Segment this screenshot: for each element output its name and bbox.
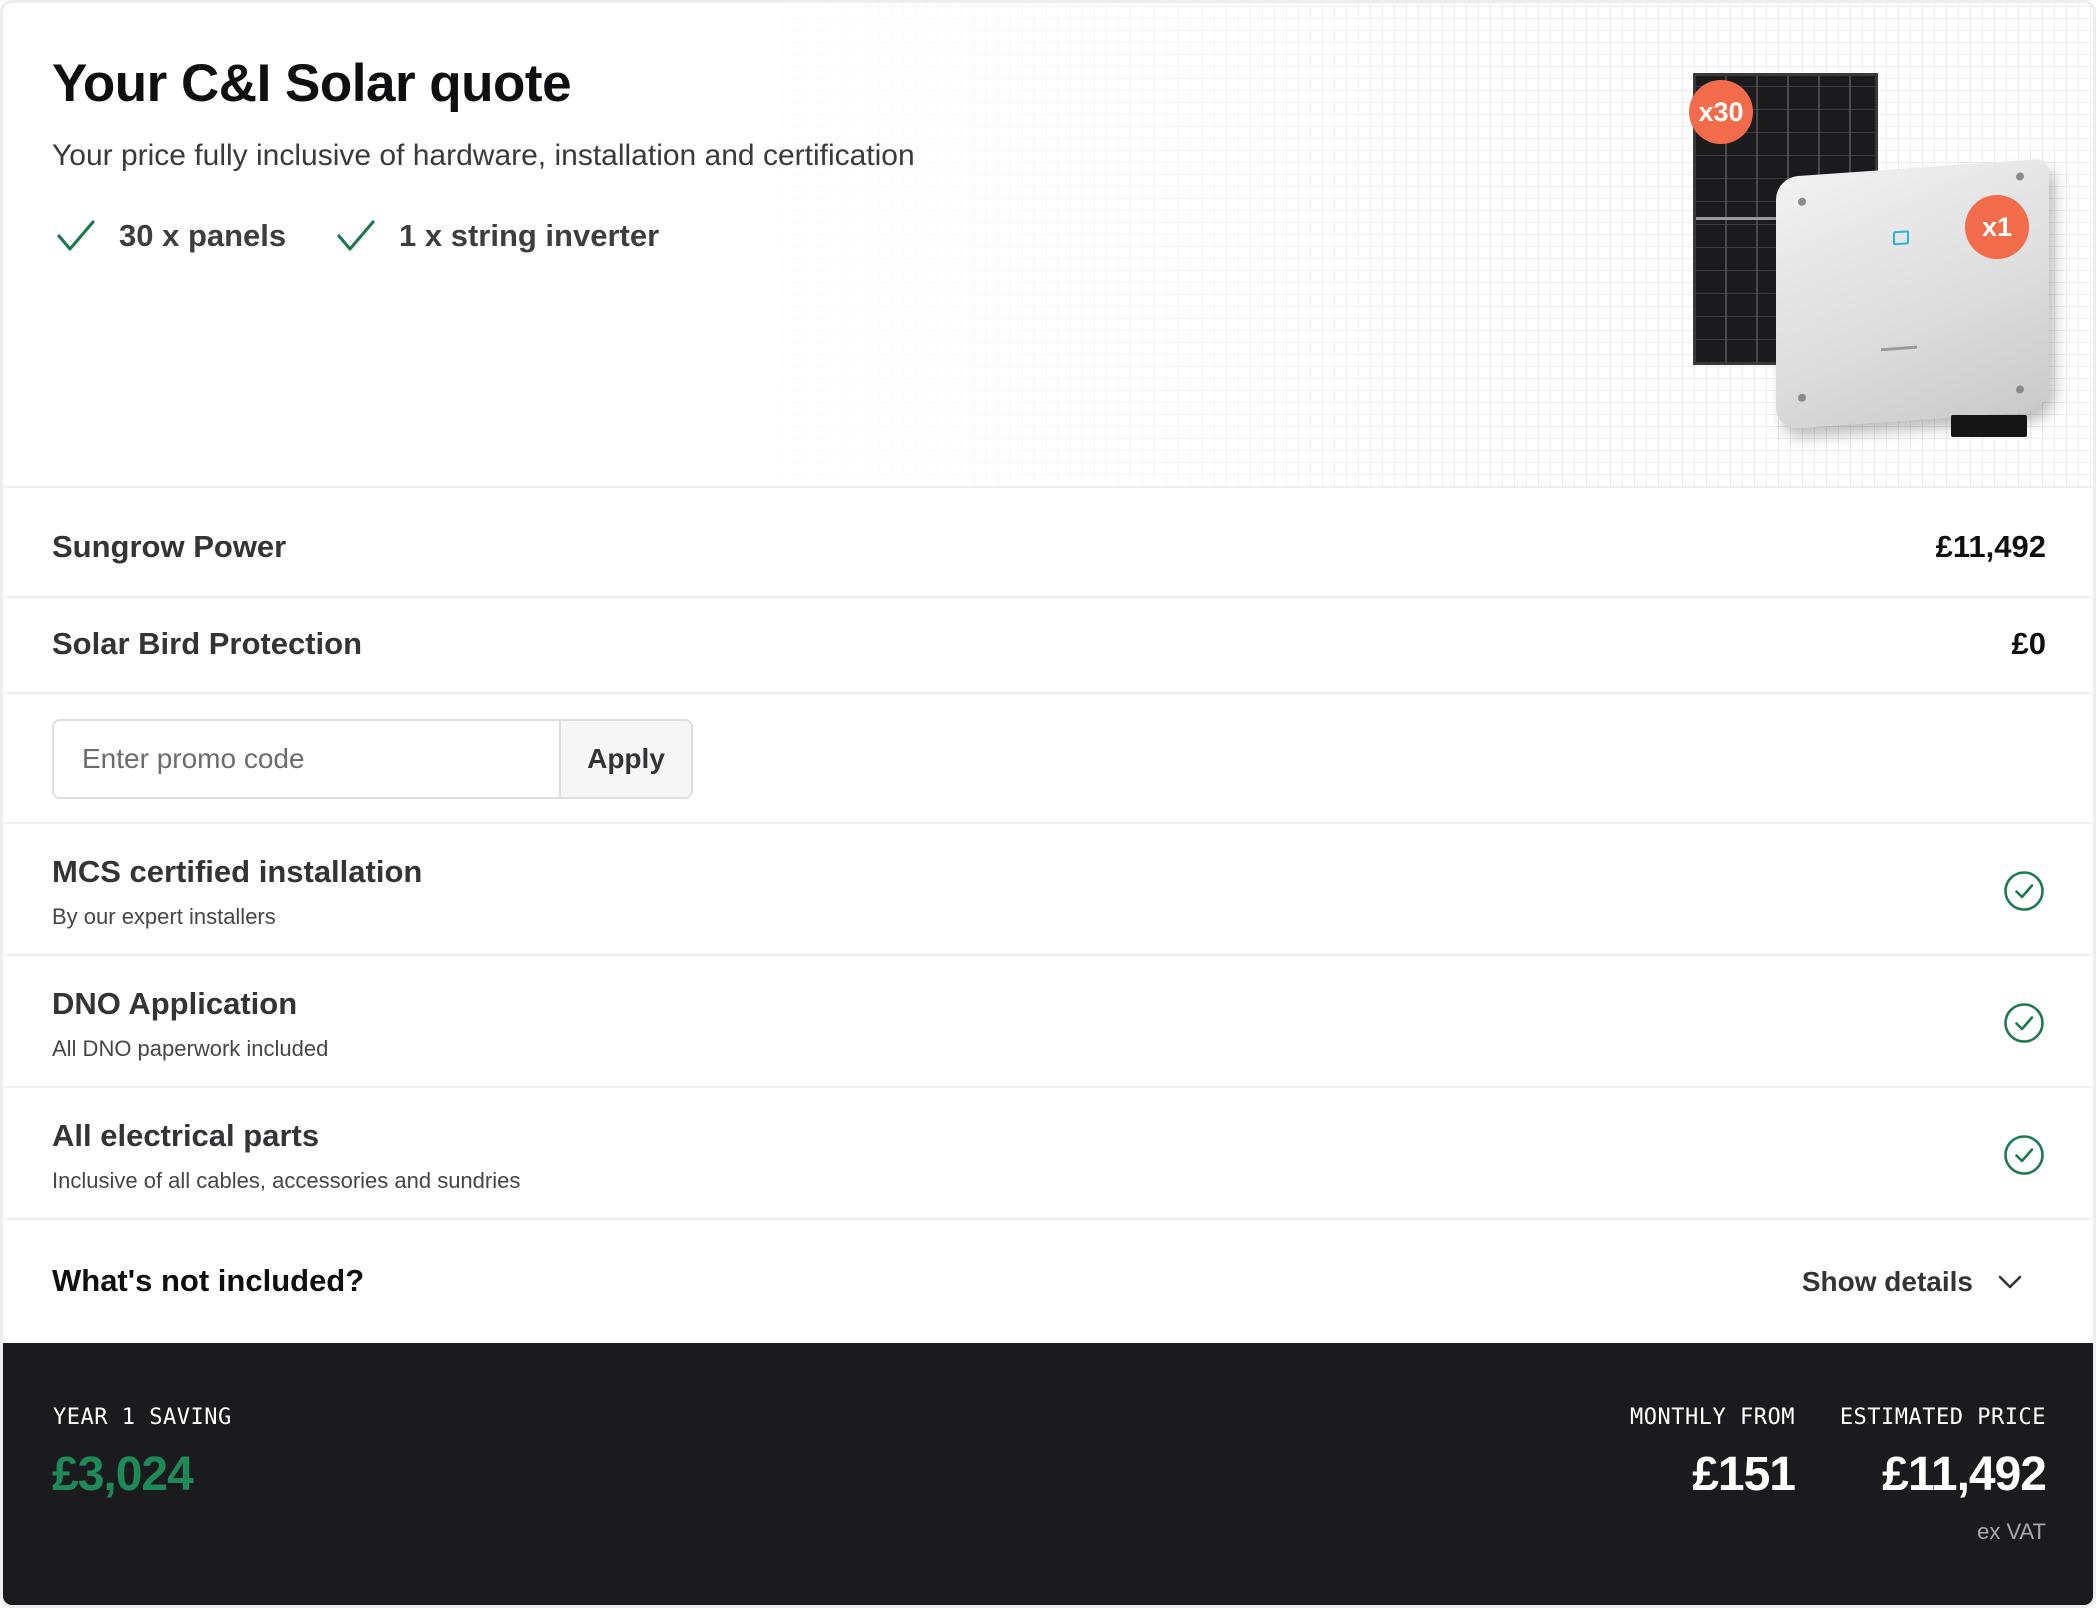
feature-label: 30 x panels <box>119 218 287 253</box>
line-item-sungrow: Sungrow Power £11,492 <box>3 488 2093 598</box>
check-circle-icon <box>2004 1135 2044 1175</box>
included-description: Inclusive of all cables, accessories and… <box>52 1168 521 1193</box>
not-included-label: What's not included? <box>52 1263 365 1298</box>
quote-header: Your C&I Solar quote Your price fully in… <box>3 3 2093 488</box>
page-title: Your C&I Solar quote <box>52 54 572 113</box>
included-item-dno: DNO Application All DNO paperwork includ… <box>3 956 2093 1088</box>
saving-label: YEAR 1 SAVING <box>53 1405 232 1430</box>
check-icon <box>57 220 95 251</box>
line-item-price: £0 <box>2011 626 2046 661</box>
line-item-price: £11,492 <box>1935 529 2046 564</box>
apply-button[interactable]: Apply <box>559 721 691 797</box>
summary-footer: YEAR 1 SAVING £3,024 MONTHLY FROM £151 E… <box>3 1343 2093 1605</box>
check-circle-icon <box>2004 1003 2044 1043</box>
promo-row: Apply <box>3 694 2093 824</box>
saving-value: £3,024 <box>52 1448 194 1501</box>
included-description: By our expert installers <box>52 904 276 929</box>
vat-note: ex VAT <box>1977 1519 2046 1544</box>
included-title: All electrical parts <box>52 1118 320 1153</box>
chevron-down-icon <box>1998 1275 2022 1289</box>
included-description: All DNO paperwork included <box>52 1036 329 1061</box>
monthly-label: MONTHLY FROM <box>1630 1405 1795 1430</box>
show-details-toggle[interactable]: Show details <box>1802 1266 2023 1298</box>
panel-quantity-badge: x30 <box>1689 80 1753 144</box>
check-circle-icon <box>2004 871 2044 911</box>
feature-panels: 30 x panels <box>55 217 286 255</box>
included-title: MCS certified installation <box>52 854 423 889</box>
included-title: DNO Application <box>52 986 298 1021</box>
promo-code-input[interactable] <box>54 721 559 797</box>
page-subtitle: Your price fully inclusive of hardware, … <box>52 139 915 172</box>
estimated-price-label: ESTIMATED PRICE <box>1839 1405 2046 1430</box>
inverter-mount <box>1951 415 2027 437</box>
promo-form: Apply <box>52 719 693 799</box>
not-included-row: What's not included? Show details <box>3 1220 2093 1343</box>
included-item-mcs: MCS certified installation By our expert… <box>3 824 2093 956</box>
estimated-price-value: £11,492 <box>1882 1448 2047 1501</box>
show-details-label: Show details <box>1801 1266 1973 1297</box>
feature-label: 1 x string inverter <box>399 218 660 253</box>
monthly-value: £151 <box>1692 1448 1796 1501</box>
product-image: x30 x1 <box>1683 63 2063 463</box>
feature-inverter: 1 x string inverter <box>335 217 659 255</box>
check-icon <box>337 220 375 251</box>
line-item-label: Sungrow Power <box>52 529 287 564</box>
quote-card: Your C&I Solar quote Your price fully in… <box>0 0 2096 1608</box>
line-item-bird-protection: Solar Bird Protection £0 <box>3 598 2093 694</box>
line-item-label: Solar Bird Protection <box>52 626 363 661</box>
inverter-quantity-badge: x1 <box>1965 195 2029 259</box>
included-item-electrical: All electrical parts Inclusive of all ca… <box>3 1088 2093 1220</box>
